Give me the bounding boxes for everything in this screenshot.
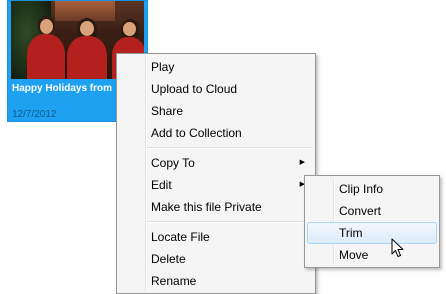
mouse-pointer-icon [391,238,404,257]
menu-item-share[interactable]: Share [119,100,313,122]
menu-separator [147,147,313,149]
thumbnail-person [67,36,107,79]
menu-item-label: Clip Info [339,182,384,196]
menu-item-delete[interactable]: Delete [119,248,313,270]
menu-item-label: Play [151,60,175,74]
menu-item-label: Add to Collection [151,126,242,140]
thumbnail-face [80,21,94,36]
thumbnail-face [40,19,53,34]
menu-item-label: Rename [151,274,197,288]
submenu-item-convert[interactable]: Convert [307,200,437,222]
menu-separator [147,221,313,223]
menu-item-add-to-collection[interactable]: Add to Collection [119,122,313,144]
menu-item-edit[interactable]: Edit ▶ [119,174,313,196]
menu-item-play[interactable]: Play [119,56,313,78]
thumbnail-face [123,22,136,36]
menu-item-rename[interactable]: Rename [119,270,313,292]
menu-item-label: Share [151,104,184,118]
menu-item-make-private[interactable]: Make this file Private [119,196,313,218]
menu-item-label: Move [339,248,369,262]
menu-item-upload-to-cloud[interactable]: Upload to Cloud [119,78,313,100]
menu-item-copy-to[interactable]: Copy To ▶ [119,152,313,174]
menu-item-label: Trim [339,226,363,240]
menu-item-label: Edit [151,178,172,192]
menu-item-label: Locate File [151,230,210,244]
submenu-item-move[interactable]: Move [307,244,437,266]
menu-item-label: Copy To [151,156,195,170]
menu-item-label: Upload to Cloud [151,82,238,96]
video-date: 12/7/2012 [12,109,57,120]
submenu-item-trim[interactable]: Trim [307,222,437,244]
menu-item-label: Convert [339,204,382,218]
menu-item-locate-file[interactable]: Locate File [119,226,313,248]
menu-item-label: Make this file Private [151,200,262,214]
context-menu: Play Upload to Cloud Share Add to Collec… [116,53,316,294]
thumbnail-person [27,34,65,79]
triangle-right-icon: ▶ [299,159,305,166]
edit-submenu: Clip Info Convert Trim Move [304,175,440,268]
menu-item-label: Delete [151,252,186,266]
submenu-item-clip-info[interactable]: Clip Info [307,178,437,200]
